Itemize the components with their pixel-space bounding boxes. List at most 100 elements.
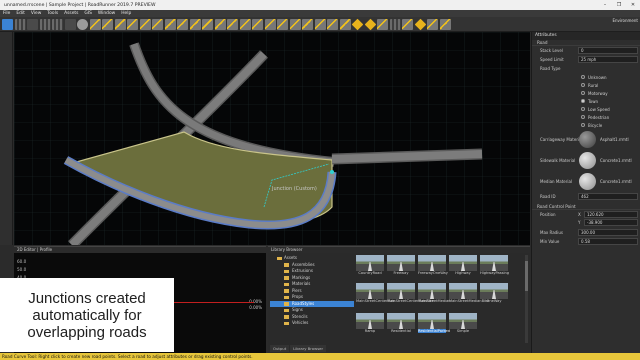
radio-icon[interactable] [581, 107, 585, 111]
radio-icon[interactable] [581, 91, 585, 95]
road-style-thumb[interactable]: HighwayPassing [480, 255, 509, 279]
menu-tools[interactable]: Tools [47, 11, 58, 16]
road-style-thumb[interactable]: Residential [387, 313, 415, 337]
road-type-option[interactable]: Town [532, 97, 640, 105]
road-style-thumb[interactable]: MainStreetMedian [418, 283, 451, 307]
road-style-thumb[interactable]: MainStreetMedianBike [449, 283, 489, 307]
prop-polygon-tool-icon[interactable] [302, 18, 313, 30]
prop-set-tool-icon[interactable] [314, 18, 326, 30]
minimize-button[interactable]: – [598, 0, 612, 10]
traffic-sign-icon[interactable] [364, 18, 376, 30]
concrete-material-swatch[interactable] [579, 173, 596, 190]
radio-icon[interactable] [581, 115, 585, 119]
folder-icon [284, 315, 289, 319]
prop-curve-tool-icon[interactable] [289, 18, 301, 30]
maximize-button[interactable]: ❐ [612, 0, 626, 10]
menu-help[interactable]: Help [121, 11, 131, 16]
signal-tool-icon[interactable] [339, 18, 351, 30]
terrain-tool-icon[interactable] [39, 18, 51, 30]
lane-form-tool-icon[interactable] [164, 18, 176, 30]
menu-assets[interactable]: Assets [64, 11, 78, 16]
marking-point-tool-icon[interactable] [252, 18, 263, 30]
prop-span-tool-icon[interactable] [327, 18, 338, 30]
position-x-field[interactable]: 120.620 [584, 210, 638, 218]
control-point-handle[interactable] [330, 170, 334, 174]
road-type-option[interactable]: Unknown [532, 73, 640, 81]
stencil-tool-icon[interactable] [377, 18, 388, 30]
world-settings-icon[interactable] [27, 18, 38, 30]
lane-marking-tool-icon[interactable] [177, 18, 188, 30]
road-type-option[interactable]: Motorway [532, 89, 640, 97]
surface-tool-icon[interactable] [64, 18, 76, 30]
speed-limit-row: Speed Limit 25 mph [532, 55, 640, 64]
road-style-thumb[interactable]: Highway [449, 255, 477, 279]
concrete-material-swatch[interactable] [579, 152, 596, 169]
road-type-option[interactable]: Bicycle [532, 121, 640, 129]
cross-section-tool-icon[interactable] [239, 18, 251, 30]
prop-point-tool-icon[interactable] [277, 18, 288, 30]
radio-icon[interactable] [581, 83, 585, 87]
menu-view[interactable]: View [31, 11, 41, 16]
road-style-thumb[interactable]: Freeway [387, 255, 415, 279]
select-tool-icon[interactable] [2, 18, 13, 30]
lane-tool-icon[interactable] [127, 18, 138, 30]
camera-tool-icon[interactable] [14, 18, 26, 30]
folder-label: Markings [292, 274, 311, 280]
asphalt-material-swatch[interactable] [579, 131, 596, 148]
lane-carve-tool-icon[interactable] [189, 18, 201, 30]
road-type-option[interactable]: Rural [532, 81, 640, 89]
min-value-field[interactable]: 0.58 [578, 238, 638, 245]
road-curve-tool-icon[interactable] [102, 18, 113, 30]
radio-icon[interactable] [581, 123, 585, 127]
road-style-thumb[interactable]: OneWay [480, 283, 508, 307]
grid-tool-icon[interactable] [389, 18, 401, 30]
scenario-tool-icon[interactable] [427, 18, 438, 30]
scene-canvas[interactable]: Junction (Custom) [14, 32, 530, 245]
scene-viewport[interactable]: Junction (Custom) [14, 32, 530, 245]
road-style-preview-image [480, 255, 508, 271]
environment-label[interactable]: Environment [612, 18, 638, 23]
stack-level-field[interactable]: 0 [578, 47, 638, 54]
tab-output[interactable]: Output [270, 345, 290, 352]
road-style-thumb[interactable]: FreewayOneWay [418, 255, 448, 279]
road-construction-tool-icon[interactable] [227, 18, 238, 30]
lane-add-tool-icon[interactable] [152, 18, 163, 30]
corner-tool-icon[interactable] [202, 18, 213, 30]
menu-window[interactable]: Window [98, 11, 115, 16]
road-style-thumb[interactable]: Ramp [356, 313, 384, 337]
folder-label: RoadStyles [292, 300, 315, 306]
sign-tool-icon[interactable] [351, 18, 364, 30]
marking-curve-tool-icon[interactable] [264, 18, 276, 30]
warning-sign-icon[interactable] [414, 18, 426, 30]
road-style-thumb-selected[interactable]: ResidentialParked [418, 313, 450, 337]
bridge-tool-icon[interactable] [402, 18, 413, 30]
crosswalk-tool-icon[interactable] [214, 18, 226, 30]
road-type-option[interactable]: Pedestrian [532, 113, 640, 121]
menu-gis[interactable]: GIS [84, 11, 91, 16]
settings-gear-icon[interactable] [77, 18, 88, 30]
lane-width-tool-icon[interactable] [139, 18, 151, 30]
max-radius-field[interactable]: 300.00 [578, 229, 638, 236]
road-id-field[interactable]: 462 [578, 193, 638, 200]
folder-vehicles[interactable]: Vehicles [270, 320, 354, 327]
road-style-thumb[interactable]: Simple [449, 313, 477, 337]
junction-tool-icon[interactable] [114, 18, 126, 30]
road-plan-tool-icon[interactable] [89, 18, 101, 30]
road-style-thumb[interactable]: MainStreetCenterTurnBike [387, 283, 434, 307]
thumb-caption: Ramp [364, 329, 376, 333]
road-style-thumb[interactable]: CountryRoad [356, 255, 384, 279]
radio-icon[interactable] [581, 75, 585, 79]
library-scrollbar[interactable] [525, 255, 528, 343]
road-type-option[interactable]: Low Speed [532, 105, 640, 113]
menu-file[interactable]: File [3, 11, 10, 16]
menu-edit[interactable]: Edit [16, 11, 25, 16]
elevation-tool-icon[interactable] [52, 18, 63, 30]
close-button[interactable]: ✕ [626, 0, 640, 10]
speed-limit-field[interactable]: 25 mph [578, 56, 638, 63]
export-tool-icon[interactable] [439, 18, 451, 30]
road-style-thumb[interactable]: MainStreetCenterTurn [356, 283, 395, 307]
position-y-field[interactable]: -38.900 [584, 218, 638, 226]
radio-icon-checked[interactable] [581, 99, 585, 103]
position-x-row: Position X 120.620 [532, 210, 640, 218]
tab-library-browser[interactable]: Library Browser [290, 345, 327, 352]
